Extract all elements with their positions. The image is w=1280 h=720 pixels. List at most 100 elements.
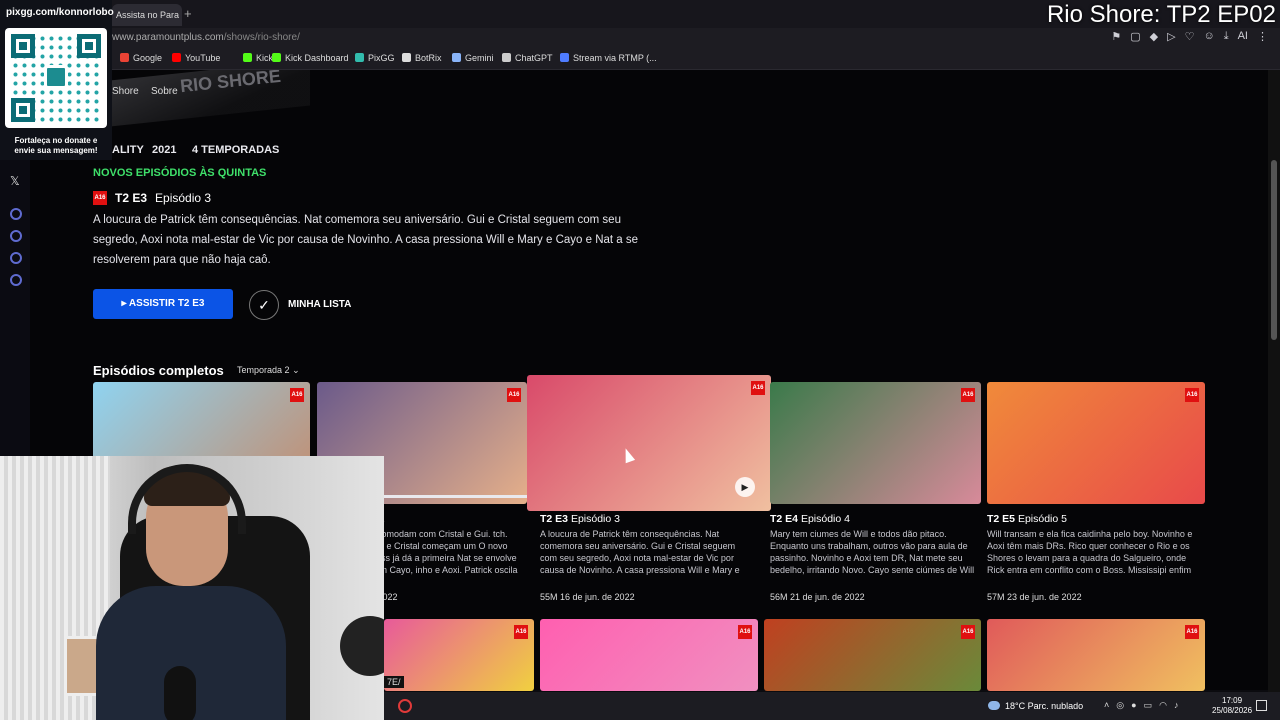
current-episode-line: A16 T2 E3 Episódio 3 — [93, 191, 211, 205]
bookmark-item[interactable]: YouTube — [172, 53, 220, 63]
donation-handle: pixgg.com/konnorlobo — [6, 7, 114, 18]
taskbar: 18°C Parc. nublado ˄ ◎ ● ▭ ◠ ♪ 17:09 25/… — [384, 692, 1280, 720]
address-bar[interactable]: www.paramountplus.com/shows/rio-shore/ ⚑… — [0, 28, 1280, 48]
extensions-icon[interactable] — [10, 252, 22, 264]
episode-title[interactable]: T2 E5 Episódio 5 — [987, 513, 1067, 525]
bookmark-item[interactable]: Kick — [243, 53, 273, 63]
volume-icon[interactable]: ♪ — [1174, 700, 1179, 711]
check-icon: ✓ — [258, 297, 270, 313]
partial-url-overlay: 7E/ — [384, 676, 404, 688]
heart-icon[interactable]: ♡ — [1185, 30, 1195, 43]
settings-icon[interactable] — [10, 274, 22, 286]
episode-description: Mary tem ciumes de Will e todos dão pita… — [770, 529, 975, 578]
play-icon[interactable]: ▶ — [735, 477, 755, 497]
episode-thumbnail[interactable]: A16 — [384, 619, 534, 691]
bookmarks-bar: Google YouTube Kick Kick Dashboard PixGG BotR… — [0, 48, 1280, 70]
episode-thumbnail[interactable]: A16 ▶ — [527, 375, 771, 511]
wifi-icon[interactable]: ◠ — [1159, 700, 1167, 711]
show-nav-item[interactable]: Shore — [112, 86, 139, 97]
age-rating-badge: A16 — [507, 388, 521, 402]
chevron-down-icon: ⌄ — [292, 365, 300, 375]
bookmark-favicon-icon — [120, 53, 129, 62]
show-nav-about[interactable]: Sobre — [151, 86, 178, 97]
bookmark-item[interactable]: Stream via RTMP (... — [560, 53, 657, 63]
profile-icon[interactable]: ☺ — [1203, 30, 1214, 43]
episode-thumbnail[interactable]: A16 — [987, 382, 1205, 504]
bookmark-favicon-icon — [172, 53, 181, 62]
watch-episode-button[interactable]: ▸ ASSISTIR T2 E3 — [93, 289, 233, 319]
episode-thumbnail[interactable]: A16 — [987, 619, 1205, 691]
bookmark-favicon-icon — [355, 53, 364, 62]
browser-tab[interactable]: Assista no Para — [112, 4, 182, 26]
player-icon[interactable] — [10, 208, 22, 220]
send-icon[interactable]: ▷ — [1167, 30, 1175, 43]
age-rating-badge: A16 — [1185, 388, 1199, 402]
notification-icon[interactable] — [1256, 700, 1267, 711]
episode-thumbnail[interactable]: A16 — [540, 619, 758, 691]
bookmark-favicon-icon — [272, 53, 281, 62]
age-rating-badge: A16 — [290, 388, 304, 402]
toolbar-icons: ⚑ ▢ ◆ ▷ ♡ ☺ ⤓ AI ⋮ — [1111, 30, 1268, 43]
clock[interactable]: 17:09 25/08/2026 — [1212, 696, 1252, 716]
bookmark-item[interactable]: BotRix — [402, 53, 442, 63]
cloud-icon — [988, 701, 1000, 710]
download-icon[interactable]: ⤓ — [1224, 30, 1229, 43]
ai-button[interactable]: AI — [1238, 30, 1248, 43]
bookmark-item[interactable]: Kick Dashboard — [272, 53, 349, 63]
qr-code — [5, 28, 107, 128]
headset — [128, 464, 246, 534]
new-tab-button[interactable]: + — [184, 6, 192, 21]
episodes-section-title: Episódios completos — [93, 363, 224, 378]
bookmark-item[interactable]: PixGG — [355, 53, 395, 63]
display-icon[interactable]: ▭ — [1144, 700, 1153, 711]
stream-title: Rio Shore: TP2 EP02 — [1046, 1, 1276, 28]
episode-thumbnail[interactable]: A16 — [764, 619, 981, 691]
bookmark-item[interactable]: Google — [120, 53, 162, 63]
episode-title[interactable]: T2 E4 Episódio 4 — [770, 513, 850, 525]
episode-description: A loucura de Patrick têm consequências. … — [540, 529, 740, 578]
age-rating-badge: A16 — [1185, 625, 1199, 639]
show-year: 2021 — [152, 144, 177, 156]
scrollbar-thumb[interactable] — [1271, 160, 1277, 340]
bookmark-favicon-icon — [402, 53, 411, 62]
age-rating-badge: A16 — [738, 625, 752, 639]
microphone — [164, 666, 196, 720]
chevron-up-icon[interactable]: ˄ — [1104, 700, 1109, 711]
season-dropdown[interactable]: Temporada 2 ⌄ — [237, 365, 300, 376]
page-scrollbar[interactable] — [1268, 70, 1280, 692]
x-icon[interactable]: 𝕏 — [10, 174, 20, 188]
system-tray: ˄ ◎ ● ▭ ◠ ♪ — [1104, 700, 1178, 711]
age-rating-badge: A16 — [514, 625, 528, 639]
episode-meta: 57M 23 de jun. de 2022 — [987, 592, 1082, 602]
play-icon: ▸ — [121, 298, 129, 309]
app-icon[interactable] — [398, 699, 412, 713]
url-text[interactable]: www.paramountplus.com/shows/rio-shore/ — [112, 32, 300, 43]
episode-description: incomodam com Cristal e Gui. tch. Gui e … — [370, 529, 518, 578]
bookmark-item[interactable]: ChatGPT — [502, 53, 553, 63]
show-genre: ALITY — [112, 144, 144, 156]
network-icon[interactable]: ◎ — [1116, 700, 1124, 711]
age-rating-badge: A16 — [751, 381, 765, 395]
bookmark-favicon-icon — [243, 53, 252, 62]
webcam-overlay — [0, 456, 384, 720]
episode-meta: 56M 21 de jun. de 2022 — [770, 592, 865, 602]
history-icon[interactable] — [10, 230, 22, 242]
episode-thumbnail[interactable]: A16 — [770, 382, 981, 504]
age-rating-badge: A16 — [961, 625, 975, 639]
episode-title[interactable]: T2 E3 Episódio 3 — [540, 513, 620, 525]
shield-icon[interactable]: ◆ — [1150, 30, 1158, 43]
menu-icon[interactable]: ⋮ — [1257, 30, 1268, 43]
bookmark-icon[interactable]: ⚑ — [1111, 30, 1121, 43]
add-to-list-button[interactable]: ✓ — [249, 290, 279, 320]
screenshot-icon[interactable]: ▢ — [1130, 30, 1140, 43]
show-seasons: 4 TEMPORADAS — [192, 144, 280, 156]
weather-widget[interactable]: 18°C Parc. nublado — [988, 701, 1083, 711]
my-list-label[interactable]: MINHA LISTA — [288, 299, 351, 310]
mic-icon[interactable]: ● — [1131, 700, 1136, 711]
age-rating-badge: A16 — [961, 388, 975, 402]
episode-meta: 55M 16 de jun. de 2022 — [540, 592, 635, 602]
donation-caption: Fortaleça no donate e envie sua mensagem… — [14, 136, 98, 155]
qr-logo-icon — [44, 65, 68, 89]
bookmark-item[interactable]: Gemini — [452, 53, 494, 63]
current-episode-code: T2 E3 — [115, 191, 148, 205]
